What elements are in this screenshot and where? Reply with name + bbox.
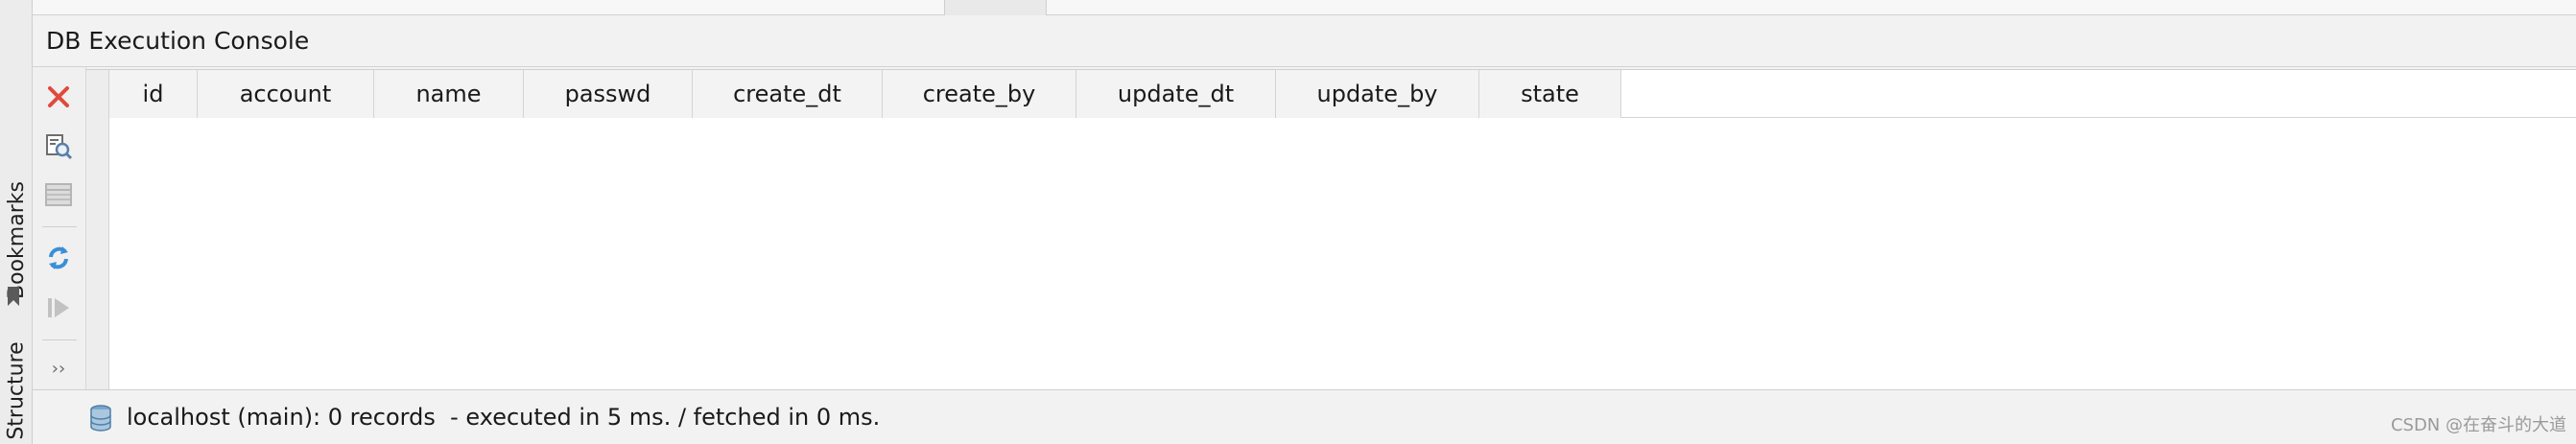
grid-body	[86, 118, 2576, 389]
column-header-create-by[interactable]: create_by	[883, 70, 1076, 118]
column-header-name[interactable]: name	[374, 70, 524, 118]
more-actions-button[interactable]: ››	[40, 355, 77, 382]
toolbar-separator	[42, 339, 77, 340]
top-strip-segment	[945, 0, 1047, 15]
column-header-state[interactable]: state	[1479, 70, 1621, 118]
grid-header-row: id account name passwd create_dt create_…	[86, 70, 2576, 118]
refresh-button[interactable]	[40, 240, 77, 276]
find-in-file-icon	[46, 134, 73, 160]
column-header-account[interactable]: account	[198, 70, 374, 118]
run-button[interactable]	[40, 290, 77, 326]
toolbar-separator	[42, 226, 77, 227]
table-view-button[interactable]	[40, 176, 77, 213]
console-title-bar: DB Execution Console	[33, 15, 2576, 67]
top-editor-strip	[33, 0, 2576, 15]
status-bar: localhost (main): 0 records - executed i…	[33, 389, 2576, 444]
structure-tab[interactable]: Structure	[0, 338, 33, 444]
bookmarks-tab[interactable]: Bookmarks	[0, 144, 33, 336]
refresh-icon	[49, 246, 68, 269]
column-header-passwd[interactable]: passwd	[524, 70, 693, 118]
row-number-gutter	[86, 70, 109, 118]
console-toolbar: ››	[33, 67, 86, 389]
structure-tab-label: Structure	[4, 341, 29, 440]
body-row-gutter	[86, 118, 109, 389]
database-icon	[90, 405, 111, 432]
db-console-window: Bookmarks Structure DB Execution Console	[0, 0, 2576, 444]
bookmark-icon	[8, 287, 19, 306]
run-icon	[48, 298, 69, 317]
watermark: CSDN @在奋斗的大道	[2390, 415, 2566, 435]
left-tool-strip: Bookmarks Structure	[0, 0, 33, 444]
column-header-create-dt[interactable]: create_dt	[693, 70, 883, 118]
column-header-update-by[interactable]: update_by	[1276, 70, 1479, 118]
table-icon	[45, 183, 72, 206]
console-title: DB Execution Console	[46, 27, 310, 55]
status-text: localhost (main): 0 records - executed i…	[127, 404, 881, 431]
column-header-id[interactable]: id	[109, 70, 198, 118]
close-icon	[48, 86, 69, 107]
column-header-update-dt[interactable]: update_dt	[1076, 70, 1276, 118]
bookmarks-tab-label: Bookmarks	[4, 180, 29, 299]
close-button[interactable]	[40, 79, 77, 115]
find-in-file-button[interactable]	[40, 129, 77, 165]
chevron-right-double-icon: ››	[51, 358, 66, 379]
result-grid: id account name passwd create_dt create_…	[86, 69, 2576, 389]
